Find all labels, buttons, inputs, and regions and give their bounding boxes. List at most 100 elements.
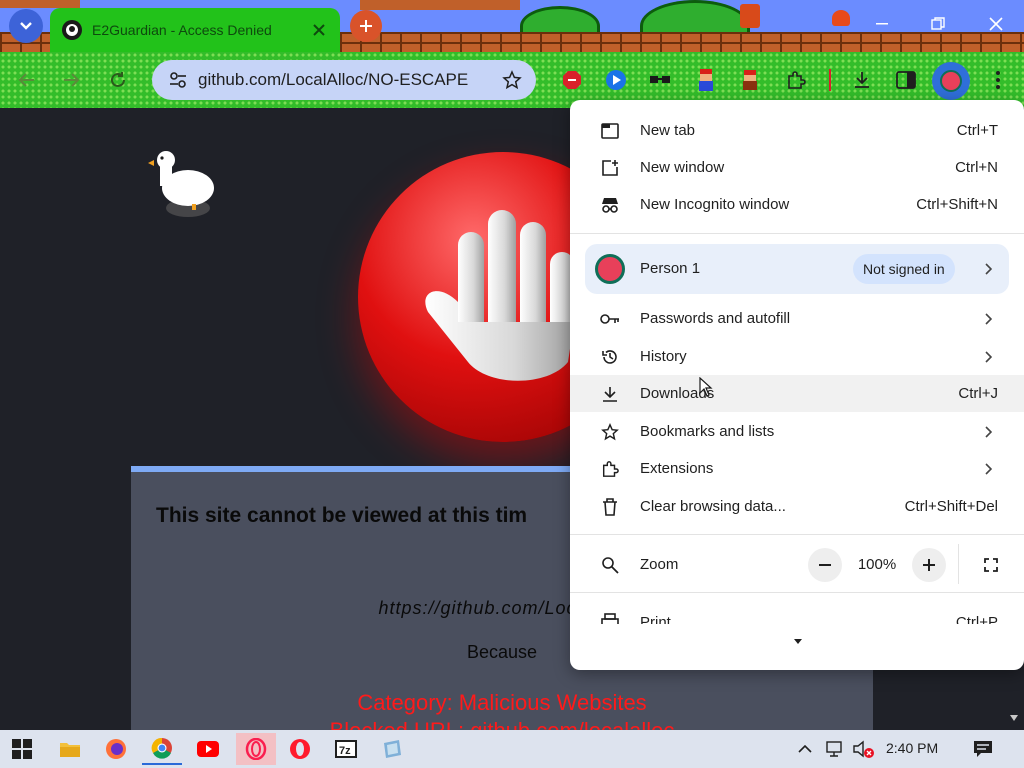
back-button[interactable] bbox=[10, 64, 42, 96]
menu-item-clear-data[interactable]: Clear browsing data... Ctrl+Shift+Del bbox=[570, 488, 1024, 525]
scroll-down-button[interactable] bbox=[1004, 708, 1024, 728]
chevron-right-icon bbox=[982, 462, 994, 475]
category-text: Category: Malicious Websites bbox=[357, 690, 647, 715]
7zip-icon: 7z bbox=[335, 740, 357, 758]
minus-icon bbox=[819, 564, 831, 566]
taskbar-7zip[interactable]: 7z bbox=[326, 733, 366, 765]
folder-icon bbox=[60, 743, 80, 757]
notification-icon bbox=[974, 741, 992, 757]
chevron-down-icon bbox=[20, 22, 32, 30]
taskbar-app[interactable] bbox=[372, 733, 412, 765]
extension-mario-icon[interactable] bbox=[694, 68, 718, 92]
new-tab-button[interactable] bbox=[350, 10, 382, 42]
extension-blocker-icon[interactable] bbox=[560, 68, 584, 92]
side-panel-icon[interactable] bbox=[894, 68, 918, 92]
chevron-right-icon bbox=[982, 263, 994, 275]
firefox-icon bbox=[106, 739, 126, 759]
taskbar-youtube[interactable] bbox=[188, 733, 228, 765]
tune-icon bbox=[170, 72, 186, 88]
menu-divider bbox=[958, 544, 959, 584]
menu-item-passwords[interactable]: Passwords and autofill bbox=[570, 300, 1024, 337]
volume-muted-icon bbox=[853, 740, 874, 758]
menu-scroll-down-button[interactable] bbox=[788, 634, 808, 648]
bookmark-star-button[interactable] bbox=[500, 68, 524, 92]
menu-item-print[interactable]: Print Ctrl+P bbox=[570, 604, 1024, 624]
notifications-button[interactable] bbox=[972, 738, 994, 760]
menu-label: History bbox=[640, 348, 687, 365]
site-info-button[interactable] bbox=[164, 66, 192, 94]
new-window-icon bbox=[598, 156, 622, 180]
more-vert-icon bbox=[996, 71, 1000, 89]
minimize-button[interactable] bbox=[862, 6, 902, 42]
menu-label: Print bbox=[640, 614, 671, 624]
new-tab-icon bbox=[598, 119, 622, 143]
download-icon bbox=[598, 382, 622, 406]
arrow-left-icon bbox=[18, 73, 34, 87]
avatar bbox=[595, 254, 625, 284]
address-bar[interactable]: github.com/LocalAlloc/NO-ESCAPE bbox=[152, 60, 536, 100]
download-icon[interactable] bbox=[850, 68, 874, 92]
restore-icon bbox=[931, 17, 945, 30]
menu-shortcut: Ctrl+P bbox=[955, 614, 998, 624]
chevron-right-icon bbox=[982, 312, 994, 325]
goose-icon bbox=[148, 151, 214, 217]
extension-luigi-icon[interactable] bbox=[738, 68, 762, 92]
reload-button[interactable] bbox=[102, 64, 134, 96]
menu-item-zoom: Zoom bbox=[570, 546, 1024, 583]
menu-shortcut: Ctrl+Shift+Del bbox=[904, 498, 998, 515]
chevron-right-icon bbox=[982, 350, 994, 363]
tab-search-button[interactable] bbox=[9, 9, 43, 43]
fullscreen-icon bbox=[984, 558, 998, 572]
triangle-down-icon bbox=[1010, 715, 1018, 721]
tray-overflow-button[interactable] bbox=[794, 738, 816, 760]
start-button[interactable] bbox=[2, 733, 42, 765]
active-tab[interactable]: E2Guardian - Access Denied bbox=[50, 8, 340, 52]
menu-label: Passwords and autofill bbox=[640, 310, 791, 327]
menu-label: New Incognito window bbox=[640, 196, 790, 213]
chrome-icon bbox=[151, 737, 172, 759]
menu-button[interactable] bbox=[986, 68, 1010, 92]
menu-item-bookmarks[interactable]: Bookmarks and lists bbox=[570, 413, 1024, 450]
menu-item-history[interactable]: History bbox=[570, 338, 1024, 375]
divider-icon bbox=[818, 68, 842, 92]
url-text: github.com/LocalAlloc/NO-ESCAPE bbox=[198, 70, 469, 89]
tab-strip: E2Guardian - Access Denied bbox=[0, 0, 1024, 52]
history-icon bbox=[598, 345, 622, 369]
print-icon bbox=[598, 610, 622, 624]
taskbar-chrome[interactable] bbox=[142, 733, 182, 765]
taskbar-opera-gx[interactable] bbox=[236, 733, 276, 765]
taskbar-firefox[interactable] bbox=[96, 733, 136, 765]
fullscreen-button[interactable] bbox=[974, 548, 1008, 582]
close-icon[interactable] bbox=[310, 21, 328, 39]
puzzle-icon bbox=[598, 457, 622, 481]
close-window-button[interactable] bbox=[976, 6, 1016, 42]
clock[interactable]: 2:40 PM bbox=[886, 740, 938, 756]
profile-button[interactable] bbox=[932, 62, 970, 100]
menu-item-downloads[interactable]: Downloads Ctrl+J bbox=[570, 375, 1024, 412]
menu-item-new-window[interactable]: New window Ctrl+N bbox=[570, 149, 1024, 186]
restore-button[interactable] bbox=[918, 6, 958, 42]
zoom-in-button[interactable] bbox=[912, 548, 946, 582]
tray-volume-button[interactable] bbox=[852, 738, 874, 760]
windows-icon bbox=[12, 739, 32, 759]
brick-decoration bbox=[0, 0, 80, 8]
menu-divider bbox=[570, 233, 1024, 234]
extension-media-icon[interactable] bbox=[604, 68, 628, 92]
taskbar-file-explorer[interactable] bbox=[50, 733, 90, 765]
menu-item-new-incognito[interactable]: New Incognito window Ctrl+Shift+N bbox=[570, 186, 1024, 223]
brick-decoration bbox=[360, 0, 520, 10]
tray-network-button[interactable] bbox=[824, 738, 846, 760]
menu-item-new-tab[interactable]: New tab Ctrl+T bbox=[570, 112, 1024, 149]
trash-icon bbox=[598, 495, 622, 519]
star-icon bbox=[598, 420, 622, 444]
close-icon bbox=[989, 17, 1003, 31]
profile-row[interactable]: Person 1 Not signed in bbox=[585, 244, 1009, 294]
incognito-icon bbox=[598, 193, 622, 217]
extensions-puzzle-icon[interactable] bbox=[784, 68, 808, 92]
menu-item-extensions[interactable]: Extensions bbox=[570, 450, 1024, 487]
forward-button[interactable] bbox=[56, 64, 88, 96]
taskbar-opera[interactable] bbox=[280, 733, 320, 765]
sign-in-status-badge: Not signed in bbox=[853, 254, 955, 284]
zoom-out-button[interactable] bbox=[808, 548, 842, 582]
extension-glasses-icon[interactable] bbox=[648, 68, 672, 92]
